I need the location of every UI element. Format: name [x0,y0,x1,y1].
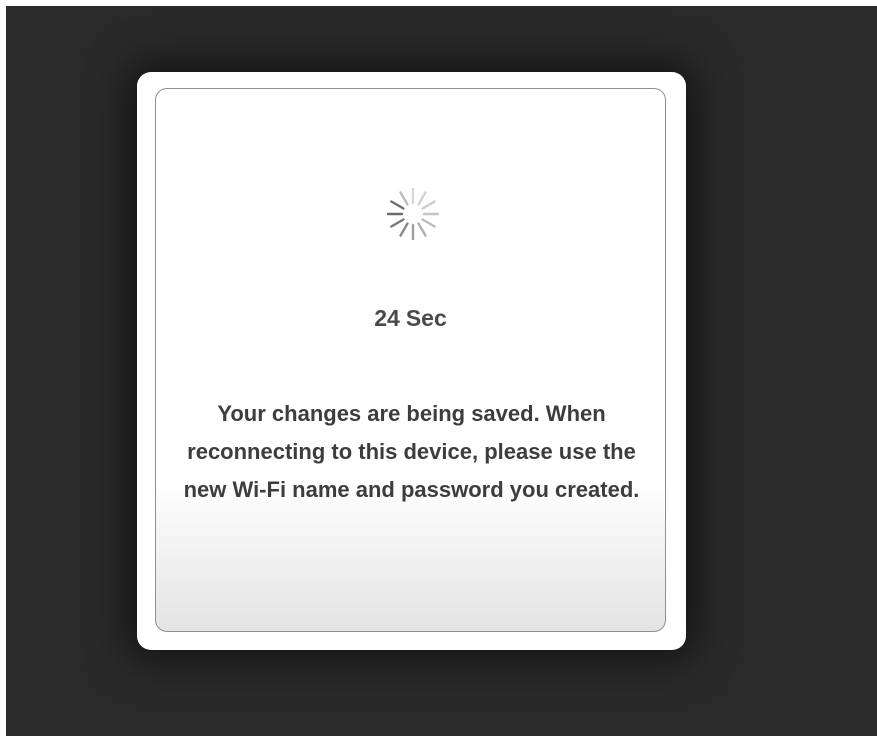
countdown-value: 24 [374,305,400,331]
loading-spinner-icon [386,187,440,241]
saving-dialog: 24 Sec Your changes are being saved. When… [137,72,686,650]
countdown-unit: Sec [405,305,447,331]
dialog-panel: 24 Sec Your changes are being saved. When… [155,88,666,632]
saving-message: Your changes are being saved. When recon… [183,401,640,502]
countdown-timer: 24 Sec [156,305,665,332]
